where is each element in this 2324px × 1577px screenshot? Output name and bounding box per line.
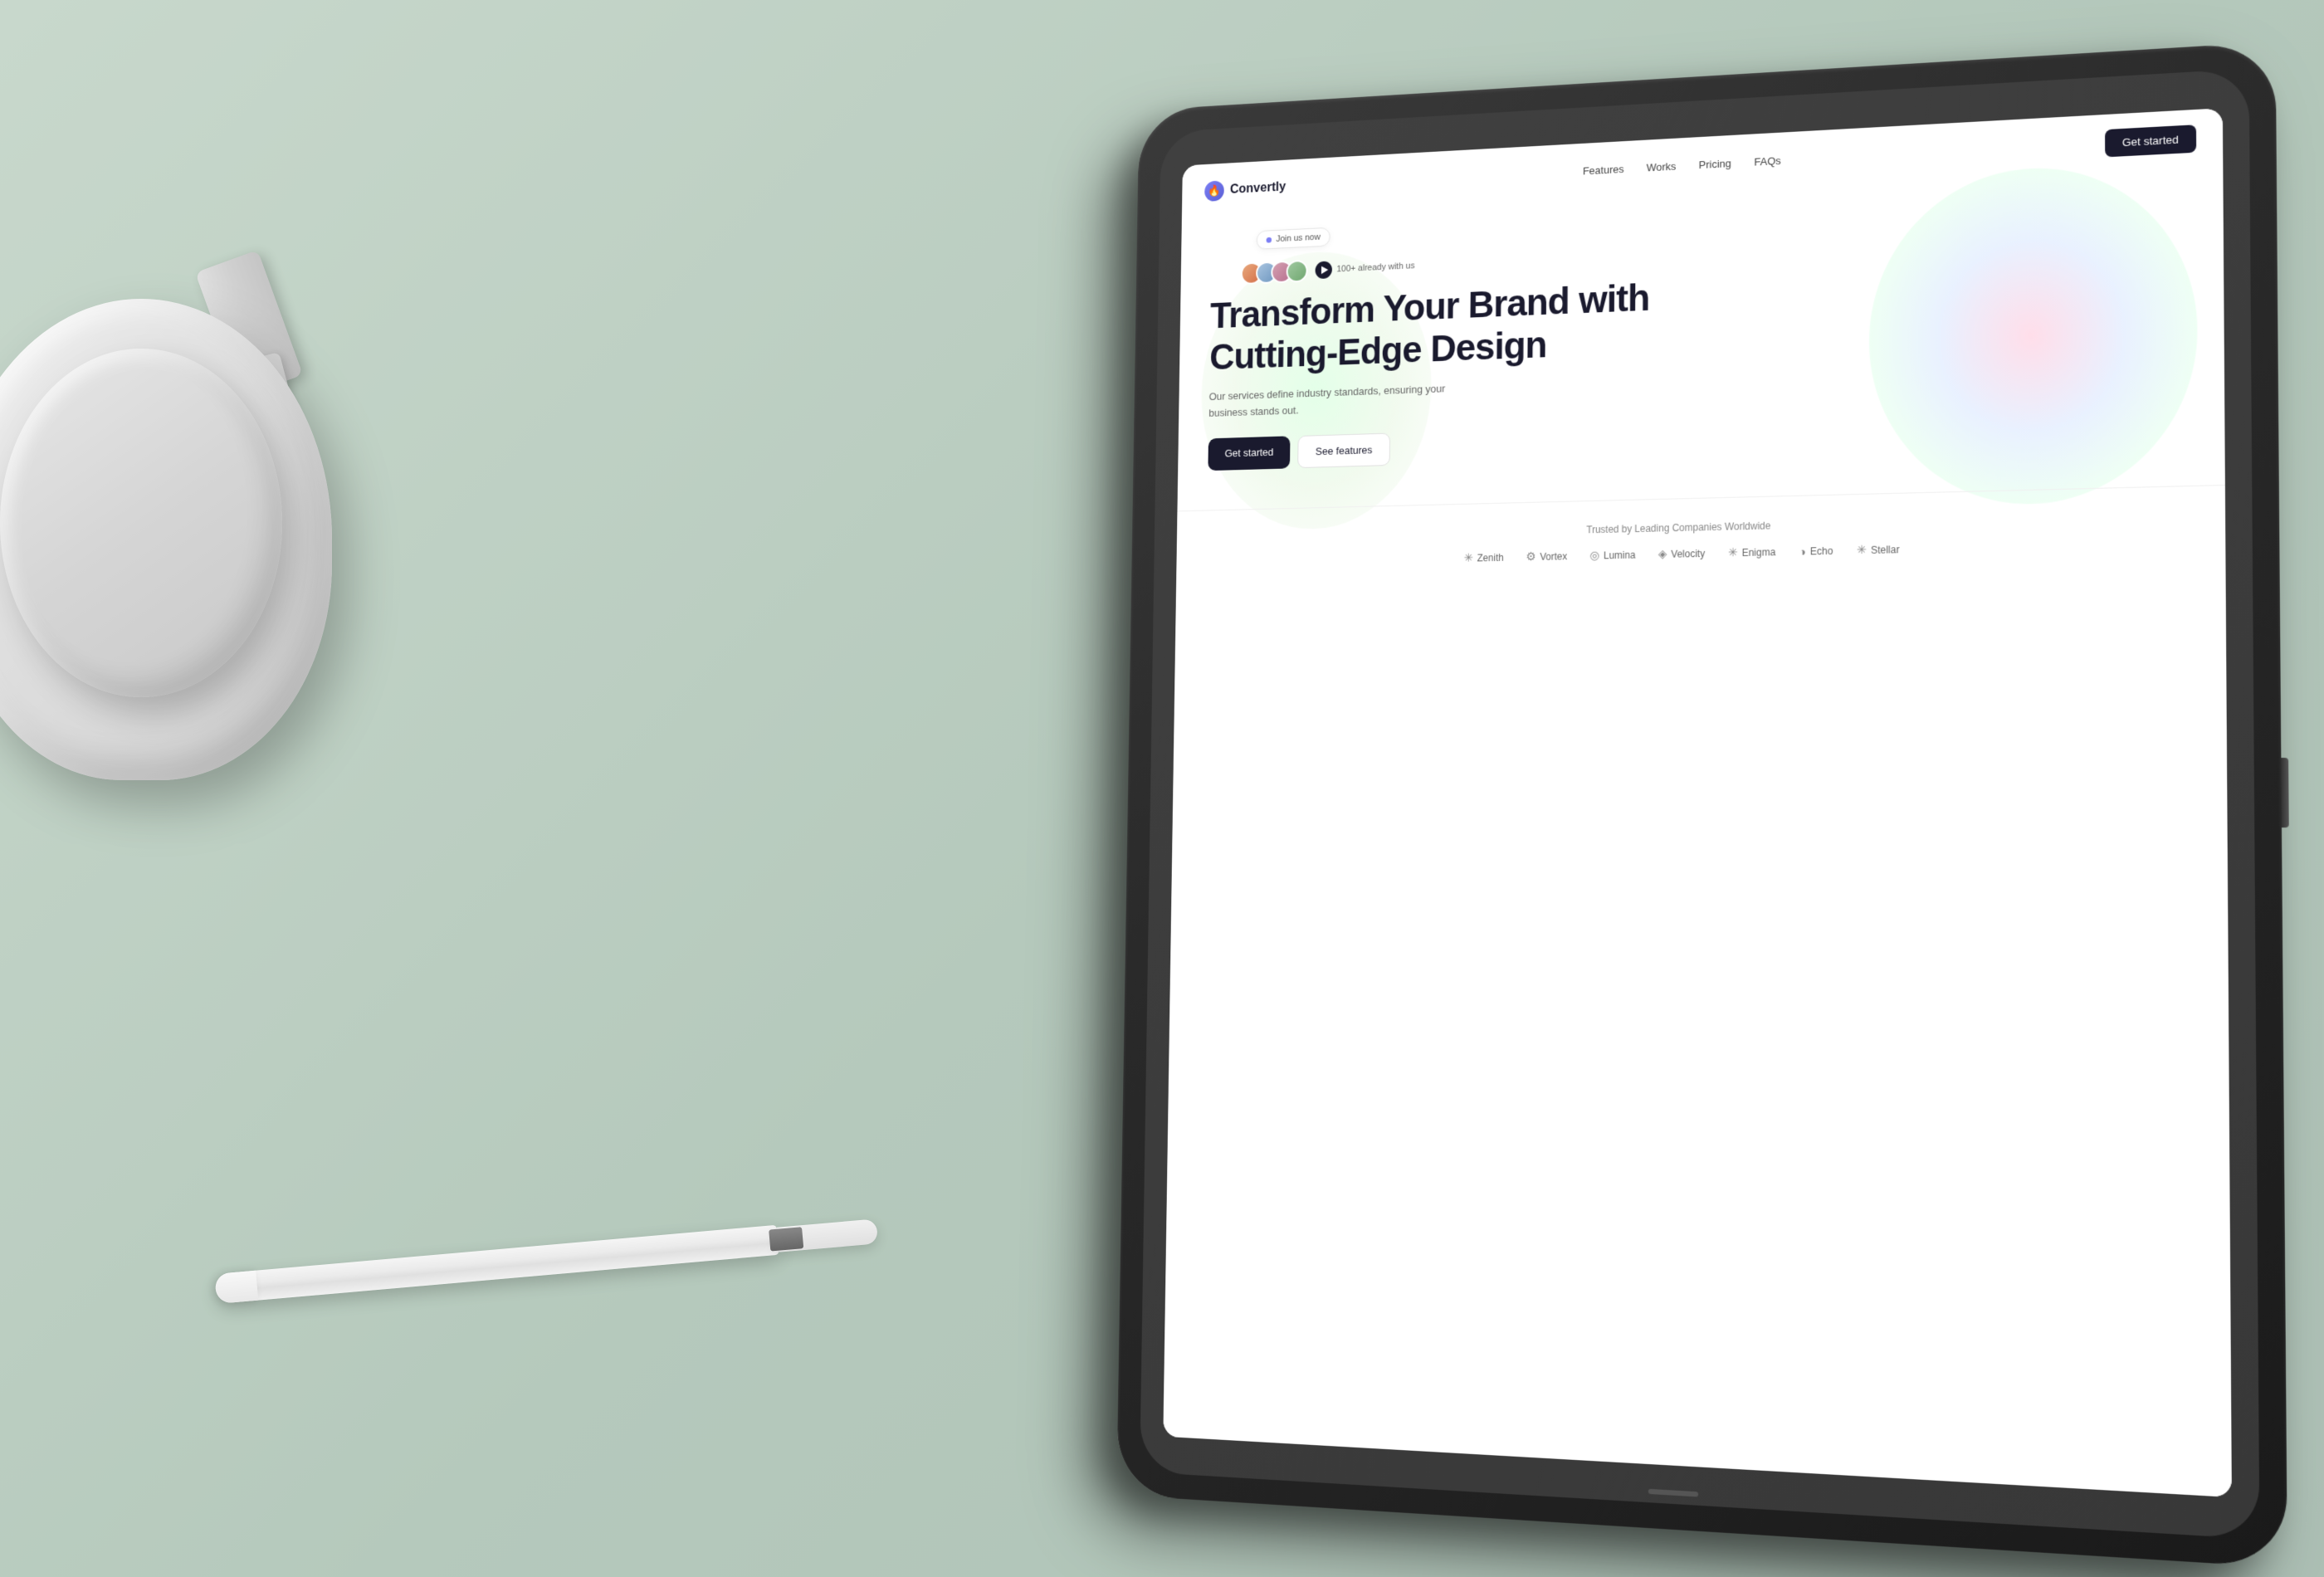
nav-get-started-button[interactable]: Get started (2105, 124, 2196, 157)
headphones-decoration (0, 249, 398, 830)
nav-link-faqs[interactable]: FAQs (1754, 154, 1780, 168)
stellar-name: Stellar (1871, 544, 1900, 556)
echo-icon: ◑ (1799, 544, 1806, 558)
tablet-frame: Convertly Features Works Pricing FAQs Ge… (1116, 42, 2287, 1568)
vortex-icon: ⚙ (1526, 550, 1536, 564)
company-logos: ✳ Zenith ⚙ Vortex ◎ Lumina (1199, 536, 2200, 570)
company-stellar: ✳ Stellar (1857, 543, 1900, 558)
hero-section: Join us now 10 (1178, 166, 2225, 496)
tablet-device: Convertly Features Works Pricing FAQs Ge… (1116, 42, 2287, 1568)
avatars-label: 100+ already with us (1336, 261, 1414, 275)
hero-subtitle: Our services define industry standards, … (1208, 380, 1455, 422)
nav-link-pricing[interactable]: Pricing (1699, 157, 1731, 171)
pencil-cap (769, 1227, 803, 1251)
velocity-icon: ◈ (1658, 547, 1667, 561)
hero-buttons: Get started See features (1208, 408, 2189, 471)
company-echo: ◑ Echo (1799, 544, 1833, 559)
pencil-end (214, 1271, 258, 1304)
tablet-side-button[interactable] (2281, 758, 2288, 828)
vortex-name: Vortex (1540, 550, 1567, 562)
enigma-name: Enigma (1742, 546, 1776, 559)
company-vortex: ⚙ Vortex (1526, 549, 1567, 564)
company-enigma: ✳ Enigma (1728, 545, 1775, 560)
lumina-name: Lumina (1604, 549, 1635, 562)
avatar-stack (1241, 260, 1308, 285)
play-icon (1321, 266, 1327, 274)
play-button[interactable] (1315, 261, 1332, 279)
tablet-screen-area: Convertly Features Works Pricing FAQs Ge… (1140, 69, 2259, 1540)
hero-get-started-button[interactable]: Get started (1208, 437, 1290, 471)
logo-text: Convertly (1230, 180, 1286, 197)
website-content: Convertly Features Works Pricing FAQs Ge… (1163, 108, 2232, 1497)
join-dot-icon (1267, 237, 1272, 242)
company-velocity: ◈ Velocity (1658, 546, 1705, 561)
logo: Convertly (1204, 177, 1286, 202)
zenith-icon: ✳ (1464, 551, 1473, 565)
logo-icon (1204, 180, 1224, 202)
echo-name: Echo (1810, 545, 1833, 558)
lumina-icon: ◎ (1589, 549, 1599, 563)
company-zenith: ✳ Zenith (1464, 550, 1504, 565)
headphones-pad (0, 349, 282, 697)
company-lumina: ◎ Lumina (1589, 548, 1635, 563)
home-indicator (1648, 1489, 1698, 1497)
avatar-4 (1286, 260, 1308, 283)
hero-see-features-button[interactable]: See features (1297, 433, 1390, 469)
enigma-icon: ✳ (1728, 546, 1738, 560)
join-badge-text: Join us now (1276, 232, 1320, 244)
stellar-icon: ✳ (1857, 543, 1867, 557)
zenith-name: Zenith (1477, 552, 1504, 564)
join-badge: Join us now (1257, 227, 1330, 250)
nav-link-features[interactable]: Features (1583, 163, 1624, 177)
nav-links: Features Works Pricing FAQs (1583, 154, 1781, 177)
nav-link-works[interactable]: Works (1647, 160, 1677, 173)
tablet-screen: Convertly Features Works Pricing FAQs Ge… (1163, 108, 2232, 1497)
velocity-name: Velocity (1671, 548, 1705, 560)
